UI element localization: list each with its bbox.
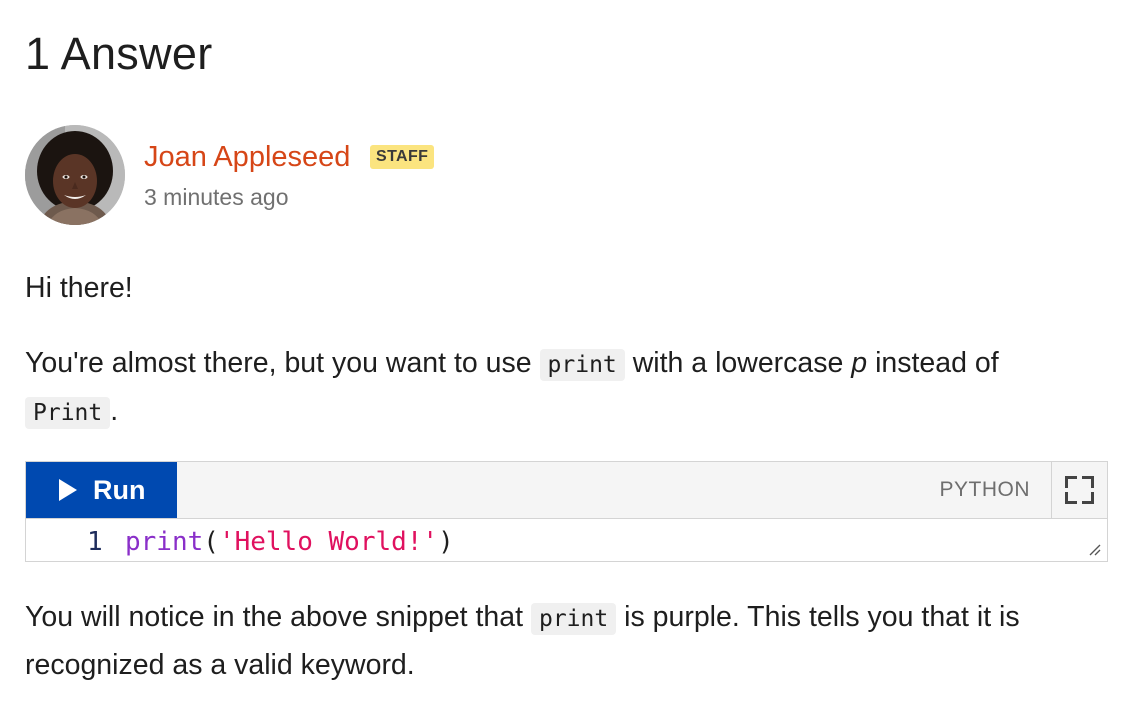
editor-toolbar: Run PYTHON: [26, 462, 1107, 519]
text-segment: You will notice in the above snippet tha…: [25, 601, 531, 633]
keyword-token: print: [125, 527, 204, 557]
close-paren-token: ): [438, 527, 454, 557]
code-editor: Run PYTHON 1 print('Hello World!'): [25, 461, 1108, 562]
run-button[interactable]: Run: [26, 462, 177, 518]
avatar-photo-icon: [25, 125, 125, 225]
resize-handle-icon[interactable]: [1089, 544, 1101, 556]
language-label: PYTHON: [939, 478, 1030, 501]
run-button-label: Run: [93, 474, 146, 505]
text-segment: You're almost there, but you want to use: [25, 347, 540, 379]
answer-paragraph-3: You will notice in the above snippet tha…: [25, 594, 1115, 688]
text-segment: instead of: [867, 347, 999, 379]
staff-badge: STAFF: [370, 145, 435, 169]
answer-greeting: Hi there!: [25, 272, 133, 304]
author-name-link[interactable]: Joan Appleseed: [144, 141, 350, 174]
inline-code-print: print: [539, 349, 625, 381]
inline-code-print: print: [530, 603, 617, 635]
emphasis-p: p: [851, 347, 868, 379]
answer-timestamp: 3 minutes ago: [144, 184, 289, 210]
answer-paragraph-2: You're almost there, but you want to use…: [25, 340, 1115, 436]
text-segment: .: [110, 395, 119, 427]
answers-count-heading: 1 Answer: [25, 28, 213, 79]
fullscreen-button[interactable]: [1051, 462, 1107, 518]
author-avatar[interactable]: [25, 125, 125, 225]
string-token: 'Hello World!': [218, 527, 439, 557]
code-line[interactable]: 1 print('Hello World!'): [26, 524, 1107, 560]
inline-code-Print: Print: [25, 397, 111, 429]
open-paren-token: (: [203, 527, 219, 557]
text-segment: with a lowercase: [624, 347, 852, 379]
play-icon: [59, 479, 77, 501]
line-number: 1: [87, 527, 103, 557]
code-text[interactable]: print('Hello World!'): [125, 524, 454, 560]
